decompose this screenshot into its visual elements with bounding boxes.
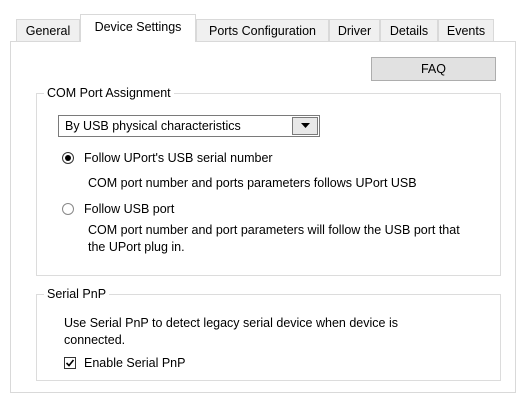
- follow-serial-label: Follow UPort's USB serial number: [84, 151, 273, 165]
- follow-usb-port-label: Follow USB port: [84, 202, 175, 216]
- follow-usb-port-description-line1: COM port number and port parameters will…: [88, 223, 460, 237]
- tab-ports-configuration[interactable]: Ports Configuration: [196, 19, 329, 41]
- tab-details[interactable]: Details: [380, 19, 438, 41]
- dropdown-button[interactable]: [292, 117, 318, 135]
- serial-pnp-description-line2: connected.: [64, 333, 126, 347]
- tab-label: General: [25, 24, 71, 38]
- chevron-down-icon: [301, 123, 310, 128]
- serial-pnp-description-line1: Use Serial PnP to detect legacy serial d…: [64, 316, 398, 330]
- tab-label: Driver: [337, 24, 372, 38]
- faq-button[interactable]: FAQ: [371, 57, 496, 81]
- tab-label: Device Settings: [94, 20, 182, 34]
- serial-pnp-group-title: Serial PnP: [44, 286, 110, 302]
- enable-serial-pnp-checkbox[interactable]: [64, 357, 76, 369]
- assignment-mode-value: By USB physical characteristics: [65, 119, 241, 133]
- tab-device-settings[interactable]: Device Settings: [80, 14, 196, 42]
- tab-label: Events: [446, 24, 486, 38]
- tab-driver[interactable]: Driver: [329, 19, 380, 41]
- tab-events[interactable]: Events: [438, 19, 494, 41]
- radio-selected-dot: [65, 155, 71, 161]
- properties-dialog: General Device Settings Ports Configurat…: [0, 0, 529, 396]
- follow-serial-description: COM port number and ports parameters fol…: [88, 176, 417, 190]
- enable-serial-pnp-label: Enable Serial PnP: [84, 356, 186, 370]
- follow-usb-port-radio[interactable]: [62, 203, 74, 215]
- follow-serial-radio[interactable]: [62, 152, 74, 164]
- faq-button-label: FAQ: [420, 62, 446, 76]
- tab-general[interactable]: General: [16, 19, 80, 41]
- tab-label: Details: [389, 24, 429, 38]
- com-port-group-title: COM Port Assignment: [44, 85, 174, 101]
- check-icon: [65, 359, 75, 367]
- tab-label: Ports Configuration: [208, 24, 316, 38]
- follow-usb-port-description-line2: the UPort plug in.: [88, 240, 185, 254]
- assignment-mode-select[interactable]: By USB physical characteristics: [58, 115, 320, 137]
